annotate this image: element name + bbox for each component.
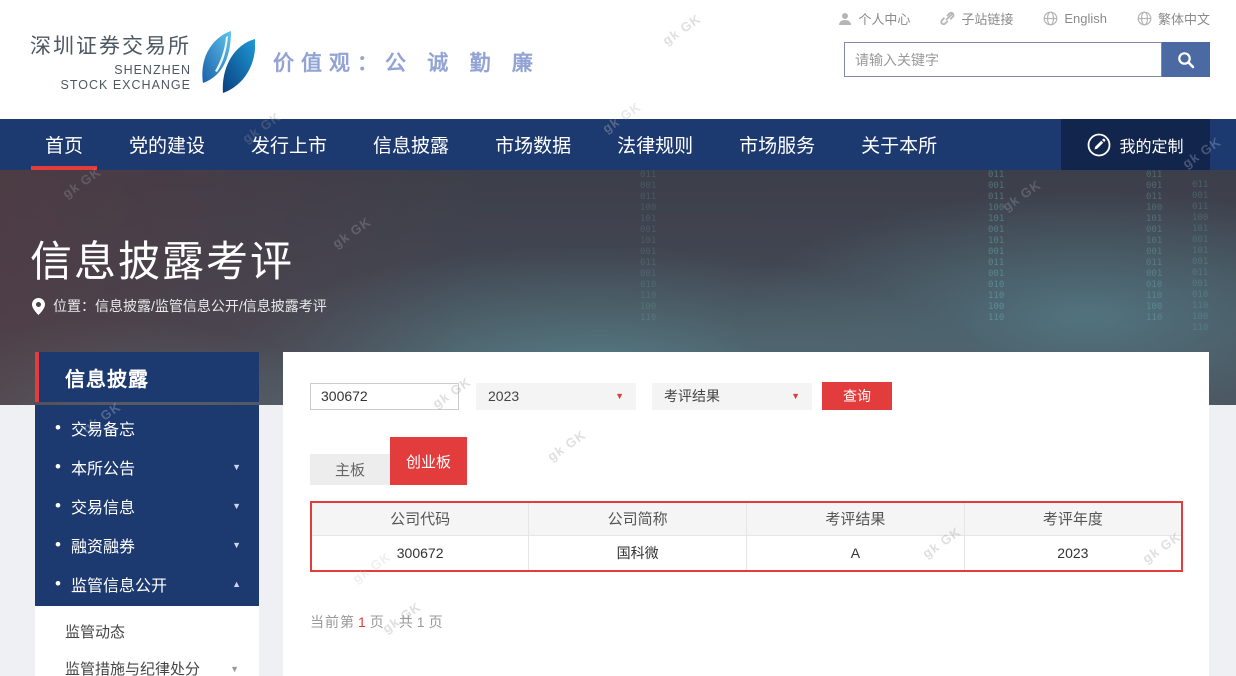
evaluation-results-table: 公司代码 公司简称 考评结果 考评年度 300672 国科微 A 2023 (310, 501, 1183, 572)
result-select[interactable]: 考评结果 ▼ (652, 383, 812, 410)
location-pin-icon (32, 298, 45, 315)
utility-bar: 个人中心 子站链接 English (838, 9, 1210, 28)
content-area: 信息披露 • 交易备忘 • 本所公告 ▼ • 交易信息 ▼ • 融资融券 ▼ (0, 352, 1236, 676)
nav-item-home[interactable]: 首页 (45, 119, 83, 170)
sidebar-item-trading-info[interactable]: • 交易信息 ▼ (35, 486, 259, 525)
site-header: 深圳证券交易所 SHENZHEN STOCK EXCHANGE 价值观：公 诚 … (0, 0, 1236, 119)
search-icon (1177, 51, 1195, 69)
english-link[interactable]: English (1043, 11, 1107, 26)
nav-item-about[interactable]: 关于本所 (861, 119, 937, 170)
breadcrumb: 位置：信息披露/监管信息公开/信息披露考评 (32, 296, 327, 316)
utility-link-label: 子站链接 (961, 9, 1013, 28)
col-company-code: 公司代码 (311, 502, 529, 535)
sidebar-menu: • 交易备忘 • 本所公告 ▼ • 交易信息 ▼ • 融资融券 ▼ • 监管信 (35, 405, 259, 606)
traditional-chinese-link[interactable]: 繁体中文 (1137, 9, 1210, 28)
site-search-input[interactable] (844, 42, 1162, 77)
site-search-button[interactable] (1162, 42, 1210, 77)
result-select-value: 考评结果 (664, 386, 720, 406)
bullet-icon: • (55, 497, 61, 514)
pagination: 当前第1页共1页 (310, 612, 1182, 632)
person-icon (838, 12, 852, 26)
bullet-icon: • (55, 575, 61, 592)
bullet-icon: • (55, 536, 61, 553)
sidebar-item-trading-memo[interactable]: • 交易备忘 (35, 408, 259, 447)
logo-name-en: SHENZHEN STOCK EXCHANGE (30, 63, 191, 93)
bullet-icon: • (55, 419, 61, 436)
nav-item-party-building[interactable]: 党的建设 (129, 119, 205, 170)
query-button[interactable]: 查询 (822, 382, 892, 410)
cell-company-name: 国科微 (529, 535, 747, 571)
cell-company-code: 300672 (311, 535, 529, 571)
filter-bar: 2023 ▼ 考评结果 ▼ 查询 (310, 382, 1182, 410)
cell-evaluation-year: 2023 (964, 535, 1182, 571)
total-page-number: 1 (417, 614, 426, 630)
chevron-up-icon: ▲ (232, 579, 241, 589)
main-panel: 2023 ▼ 考评结果 ▼ 查询 主板 创业板 公司代码 公司简称 考评结果 考… (283, 352, 1209, 676)
current-page-number: 1 (358, 614, 367, 630)
company-code-input[interactable] (310, 383, 459, 410)
col-evaluation-year: 考评年度 (964, 502, 1182, 535)
year-select[interactable]: 2023 ▼ (476, 383, 636, 410)
site-logo[interactable]: 深圳证券交易所 SHENZHEN STOCK EXCHANGE 价值观：公 诚 … (30, 30, 540, 93)
logo-name-cn: 深圳证券交易所 (30, 30, 191, 60)
cell-evaluation-result: A (747, 535, 965, 571)
chevron-down-icon: ▼ (232, 501, 241, 511)
utility-link-label: 个人中心 (858, 9, 910, 28)
year-select-value: 2023 (488, 388, 519, 404)
table-header-row: 公司代码 公司简称 考评结果 考评年度 (311, 502, 1182, 535)
sidebar-subitem-regulatory-updates[interactable]: 监管动态 (35, 613, 259, 650)
chevron-down-icon: ▼ (791, 391, 800, 401)
sidebar-submenu: 监管动态 监管措施与纪律处分 ▼ (35, 606, 259, 676)
table-row: 300672 国科微 A 2023 (311, 535, 1182, 571)
nav-item-listing[interactable]: 发行上市 (251, 119, 327, 170)
chevron-down-icon: ▼ (230, 664, 239, 674)
brand-slogan: 价值观：公 诚 勤 廉 (273, 47, 540, 77)
sidebar: 信息披露 • 交易备忘 • 本所公告 ▼ • 交易信息 ▼ • 融资融券 ▼ (35, 352, 259, 676)
pencil-circle-icon (1087, 133, 1111, 157)
my-customization-button[interactable]: 我的定制 (1061, 119, 1210, 170)
chevron-down-icon: ▼ (615, 391, 624, 401)
sidebar-title: 信息披露 (35, 352, 259, 402)
main-nav: 首页 党的建设 发行上市 信息披露 市场数据 法律规则 市场服务 关于本所 我的… (0, 119, 1236, 170)
tab-main-board[interactable]: 主板 (310, 454, 390, 485)
nav-item-market-data[interactable]: 市场数据 (495, 119, 571, 170)
subsite-links-link[interactable]: 子站链接 (940, 9, 1013, 28)
chevron-down-icon: ▼ (232, 462, 241, 472)
globe-icon (1043, 11, 1058, 26)
breadcrumb-text: 位置：信息披露/监管信息公开/信息披露考评 (53, 296, 327, 316)
board-tabs: 主板 创业板 (310, 437, 1182, 485)
szse-logo-icon (201, 31, 255, 93)
site-search (844, 42, 1210, 77)
link-icon (940, 11, 955, 26)
utility-link-label: English (1064, 11, 1107, 26)
logo-text: 深圳证券交易所 SHENZHEN STOCK EXCHANGE (30, 30, 191, 93)
chevron-down-icon: ▼ (232, 540, 241, 550)
nav-item-market-services[interactable]: 市场服务 (739, 119, 815, 170)
globe-icon (1137, 11, 1152, 26)
sidebar-subitem-regulatory-measures[interactable]: 监管措施与纪律处分 ▼ (35, 650, 259, 676)
col-evaluation-result: 考评结果 (747, 502, 965, 535)
bullet-icon: • (55, 458, 61, 475)
sidebar-item-margin-trading[interactable]: • 融资融券 ▼ (35, 525, 259, 564)
col-company-name: 公司简称 (529, 502, 747, 535)
binary-decoration: 0110010111001010011010010110010101101001… (640, 170, 660, 260)
sidebar-item-regulatory-disclosure[interactable]: • 监管信息公开 ▲ (35, 564, 259, 603)
nav-item-rules[interactable]: 法律规则 (617, 119, 693, 170)
personal-center-link[interactable]: 个人中心 (838, 9, 910, 28)
page-title: 信息披露考评 (30, 228, 294, 289)
utility-link-label: 繁体中文 (1158, 9, 1210, 28)
nav-item-disclosure[interactable]: 信息披露 (373, 119, 449, 170)
sidebar-item-exchange-notices[interactable]: • 本所公告 ▼ (35, 447, 259, 486)
tab-chinext[interactable]: 创业板 (390, 437, 467, 485)
